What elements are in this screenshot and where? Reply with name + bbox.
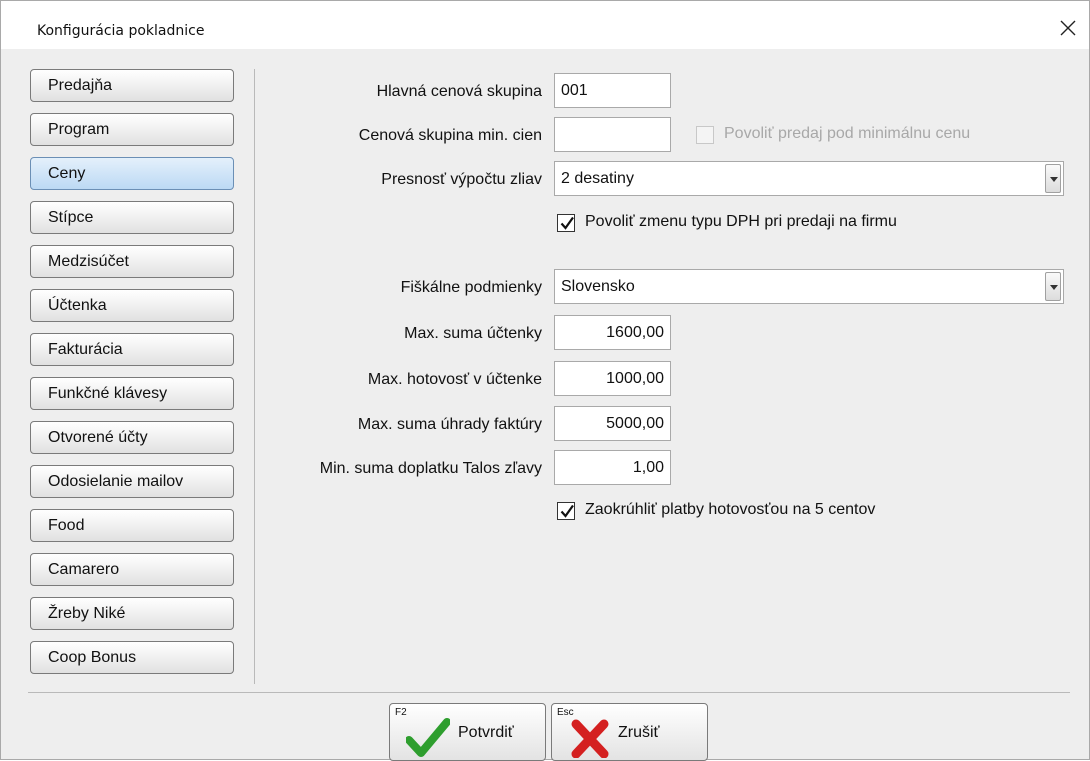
main-price-group-input[interactable]: 001 [554, 73, 671, 108]
chevron-down-icon[interactable] [1045, 164, 1061, 193]
checkbox-box[interactable] [557, 502, 575, 520]
sidebar-item-zreby-nike[interactable]: Žreby Niké [30, 597, 234, 630]
sidebar-item-coop-bonus[interactable]: Coop Bonus [30, 641, 234, 674]
max-cash-receipt-label: Max. hotovosť v účtenke [367, 371, 542, 388]
sidebar-item-food[interactable]: Food [30, 509, 234, 542]
shortcut-key-label: F2 [395, 707, 407, 718]
cross-icon [571, 719, 609, 758]
sidebar-item-camarero[interactable]: Camarero [30, 553, 234, 586]
discount-precision-label: Presnosť výpočtu zliav [381, 171, 542, 188]
sidebar-item-medzisucet[interactable]: Medzisúčet [30, 245, 234, 278]
round-cash-label: Zaokrúhliť platby hotovosťou na 5 centov [585, 501, 876, 518]
checkmark-icon [560, 504, 574, 518]
sidebar-item-funkcne-klavesy[interactable]: Funkčné klávesy [30, 377, 234, 410]
allow-below-min-checkbox: Povoliť predaj pod minimálnu cenu [696, 125, 1076, 147]
min-talos-surcharge-input[interactable]: 1,00 [554, 450, 671, 485]
sidebar-item-uctenka[interactable]: Účtenka [30, 289, 234, 322]
title-bar: Konfigurácia pokladnice [1, 1, 1089, 49]
sidebar-item-fakturacia[interactable]: Fakturácia [30, 333, 234, 366]
round-cash-checkbox[interactable]: Zaokrúhliť platby hotovosťou na 5 centov [557, 501, 987, 523]
allow-below-min-label: Povoliť predaj pod minimálnu cenu [724, 125, 971, 142]
sidebar-item-predajna[interactable]: Predajňa [30, 69, 234, 102]
max-invoice-payment-label: Max. suma úhrady faktúry [357, 416, 542, 433]
sidebar-item-ceny[interactable]: Ceny [30, 157, 234, 190]
vertical-divider [254, 69, 255, 684]
checkbox-box[interactable] [557, 214, 575, 232]
checkbox-box [696, 126, 714, 144]
max-receipt-sum-label: Max. suma účtenky [404, 325, 542, 342]
horizontal-divider [28, 692, 1070, 693]
max-cash-receipt-input[interactable]: 1000,00 [554, 361, 671, 396]
sidebar-item-otvorene-ucty[interactable]: Otvorené účty [30, 421, 234, 454]
cancel-label: Zrušiť [618, 724, 660, 741]
discount-precision-select[interactable]: 2 desatiny [554, 161, 1064, 196]
sidebar-item-odosielanie-mailov[interactable]: Odosielanie mailov [30, 465, 234, 498]
shortcut-key-label: Esc [557, 707, 574, 718]
confirm-button[interactable]: F2 Potvrdiť [389, 703, 546, 761]
fiscal-conditions-label: Fiškálne podmienky [400, 279, 542, 296]
allow-vat-change-label: Povoliť zmenu typu DPH pri predaji na fi… [585, 213, 897, 230]
fiscal-conditions-value: Slovensko [561, 278, 635, 295]
window-title: Konfigurácia pokladnice [37, 23, 205, 39]
min-price-group-label: Cenová skupina min. cien [358, 127, 542, 144]
checkmark-icon [560, 216, 574, 230]
cancel-button[interactable]: Esc Zrušiť [551, 703, 708, 761]
close-icon[interactable] [1057, 17, 1079, 39]
max-invoice-payment-input[interactable]: 5000,00 [554, 406, 671, 441]
chevron-down-icon[interactable] [1045, 272, 1061, 301]
checkmark-icon [406, 718, 450, 757]
confirm-label: Potvrdiť [458, 724, 514, 741]
dialog-window: Konfigurácia pokladnice Predajňa Program… [0, 0, 1090, 761]
min-price-group-input[interactable] [554, 117, 671, 152]
discount-precision-value: 2 desatiny [561, 170, 634, 187]
sidebar-item-program[interactable]: Program [30, 113, 234, 146]
sidebar-item-stipce[interactable]: Stípce [30, 201, 234, 234]
fiscal-conditions-select[interactable]: Slovensko [554, 269, 1064, 304]
max-receipt-sum-input[interactable]: 1600,00 [554, 315, 671, 350]
min-talos-surcharge-label: Min. suma doplatku Talos zľavy [319, 460, 542, 477]
main-price-group-label: Hlavná cenová skupina [376, 83, 542, 100]
allow-vat-change-checkbox[interactable]: Povoliť zmenu typu DPH pri predaji na fi… [557, 213, 987, 235]
